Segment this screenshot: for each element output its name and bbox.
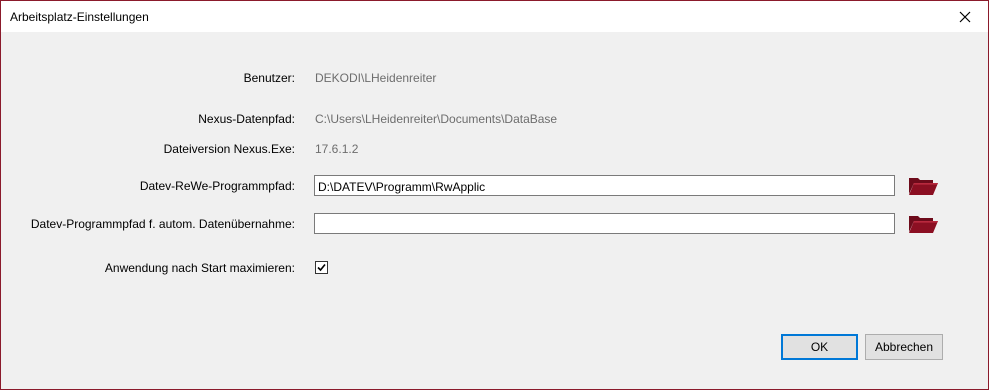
title-bar: Arbeitsplatz-Einstellungen <box>1 1 988 32</box>
folder-open-icon[interactable] <box>907 211 939 235</box>
benutzer-label: Benutzer: <box>243 71 295 85</box>
maximize-checkbox[interactable] <box>315 261 328 274</box>
dateiversion-value: 17.6.1.2 <box>315 142 359 156</box>
ok-button[interactable]: OK <box>781 334 858 360</box>
datev-autom-label: Datev-Programmpfad f. autom. Datenüberna… <box>30 217 295 231</box>
datev-rewe-input[interactable] <box>314 175 895 196</box>
checkmark-icon <box>317 263 326 272</box>
close-icon[interactable] <box>942 1 988 32</box>
benutzer-value: DEKODI\LHeidenreiter <box>315 71 437 85</box>
dateiversion-label: Dateiversion Nexus.Exe: <box>163 142 295 156</box>
maximize-label: Anwendung nach Start maximieren: <box>104 261 295 275</box>
datev-autom-input[interactable] <box>314 213 895 234</box>
settings-dialog: Arbeitsplatz-Einstellungen Benutzer: DEK… <box>0 0 989 390</box>
nexus-datenpfad-value: C:\Users\LHeidenreiter\Documents\DataBas… <box>315 112 558 126</box>
datev-rewe-label: Datev-ReWe-Programmpfad: <box>139 179 295 193</box>
window-title: Arbeitsplatz-Einstellungen <box>10 10 149 24</box>
folder-open-icon[interactable] <box>907 173 939 197</box>
nexus-datenpfad-label: Nexus-Datenpfad: <box>198 112 295 126</box>
cancel-button[interactable]: Abbrechen <box>865 334 943 360</box>
